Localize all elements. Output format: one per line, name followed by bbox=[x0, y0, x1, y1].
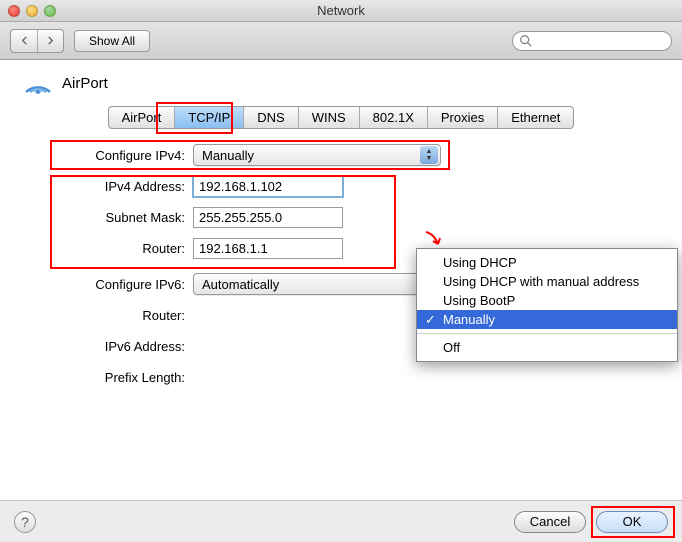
search-input[interactable] bbox=[512, 31, 672, 51]
tab-proxies[interactable]: Proxies bbox=[428, 107, 498, 128]
configure-ipv6-select[interactable]: Automatically ▲▼ bbox=[193, 273, 441, 295]
menu-item-manually[interactable]: ✓ Manually bbox=[417, 310, 677, 329]
titlebar: Network bbox=[0, 0, 682, 22]
chevron-right-icon bbox=[46, 36, 55, 45]
tab-dns[interactable]: DNS bbox=[244, 107, 298, 128]
subnet-mask-input[interactable] bbox=[193, 207, 343, 228]
cancel-button[interactable]: Cancel bbox=[514, 511, 586, 533]
ipv4-address-input[interactable] bbox=[193, 176, 343, 197]
router-input[interactable] bbox=[193, 238, 343, 259]
menu-item-using-bootp[interactable]: Using BootP bbox=[417, 291, 677, 310]
panel-title: AirPort bbox=[62, 75, 108, 92]
menu-item-using-dhcp-manual[interactable]: Using DHCP with manual address bbox=[417, 272, 677, 291]
tab-ethernet[interactable]: Ethernet bbox=[498, 107, 573, 128]
window-title: Network bbox=[0, 3, 682, 18]
router6-label: Router: bbox=[38, 308, 193, 323]
subnet-mask-label: Subnet Mask: bbox=[38, 210, 193, 225]
show-all-button[interactable]: Show All bbox=[74, 30, 150, 52]
panel-header: AirPort bbox=[18, 70, 664, 96]
search-icon bbox=[519, 34, 533, 48]
help-button[interactable]: ? bbox=[14, 511, 36, 533]
ok-button[interactable]: OK bbox=[596, 511, 668, 533]
nav-buttons bbox=[10, 29, 64, 53]
configure-ipv4-select[interactable]: Manually ▲▼ bbox=[193, 144, 441, 166]
tab-8021x[interactable]: 802.1X bbox=[360, 107, 428, 128]
back-button[interactable] bbox=[11, 30, 37, 52]
configure-ipv6-label: Configure IPv6: bbox=[38, 277, 193, 292]
tab-airport[interactable]: AirPort bbox=[109, 107, 176, 128]
tab-tcpip[interactable]: TCP/IP bbox=[175, 107, 244, 128]
menu-divider bbox=[417, 333, 677, 334]
chevron-left-icon bbox=[20, 36, 29, 45]
menu-item-off[interactable]: Off bbox=[417, 338, 677, 357]
configure-ipv4-label: Configure IPv4: bbox=[38, 148, 193, 163]
bottom-bar: ? Cancel OK bbox=[0, 500, 682, 542]
tab-bar: AirPort TCP/IP DNS WINS 802.1X Proxies E… bbox=[108, 106, 575, 129]
tab-wins[interactable]: WINS bbox=[299, 107, 360, 128]
menu-item-using-dhcp[interactable]: Using DHCP bbox=[417, 253, 677, 272]
configure-ipv4-dropdown: Using DHCP Using DHCP with manual addres… bbox=[416, 248, 678, 362]
select-arrows-icon: ▲▼ bbox=[420, 146, 438, 164]
checkmark-icon: ✓ bbox=[425, 312, 436, 328]
configure-ipv4-value: Manually bbox=[202, 148, 254, 163]
help-icon: ? bbox=[21, 514, 29, 530]
configure-ipv6-value: Automatically bbox=[202, 277, 279, 292]
toolbar: Show All bbox=[0, 22, 682, 60]
ipv4-address-label: IPv4 Address: bbox=[38, 179, 193, 194]
forward-button[interactable] bbox=[37, 30, 63, 52]
airport-icon bbox=[22, 70, 54, 96]
content-area: AirPort AirPort TCP/IP DNS WINS 802.1X P… bbox=[0, 60, 682, 444]
router-label: Router: bbox=[38, 241, 193, 256]
prefix-length-label: Prefix Length: bbox=[38, 370, 193, 385]
ipv6-address-label: IPv6 Address: bbox=[38, 339, 193, 354]
